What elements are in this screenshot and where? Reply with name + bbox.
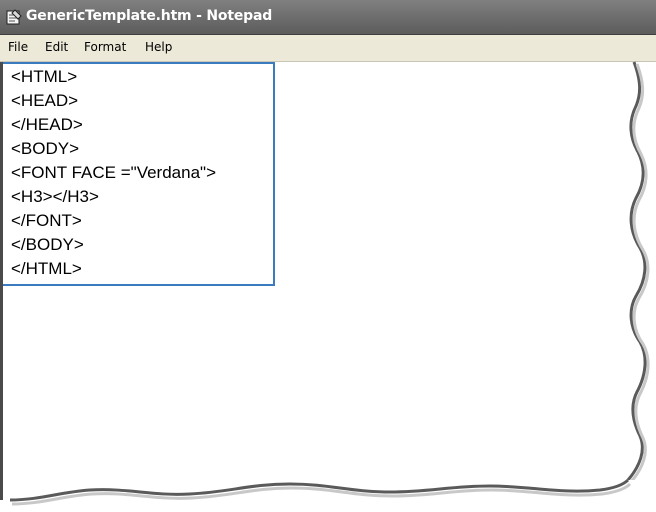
title-bar[interactable]: GenericTemplate.htm - Notepad bbox=[0, 0, 656, 35]
code-line[interactable]: <HEAD> bbox=[11, 91, 78, 111]
window-title: GenericTemplate.htm - Notepad bbox=[26, 8, 273, 24]
code-line[interactable]: <HTML> bbox=[11, 67, 77, 87]
menu-format[interactable]: Format bbox=[84, 40, 126, 54]
menu-file[interactable]: File bbox=[8, 40, 28, 54]
menu-bar: File Edit Format Help bbox=[0, 35, 656, 62]
code-line[interactable]: </BODY> bbox=[11, 235, 84, 255]
notepad-window: GenericTemplate.htm - Notepad File Edit … bbox=[0, 0, 656, 512]
code-line[interactable]: <BODY> bbox=[11, 139, 79, 159]
menu-edit[interactable]: Edit bbox=[45, 40, 68, 54]
code-line[interactable]: </FONT> bbox=[11, 211, 82, 231]
notepad-icon[interactable] bbox=[5, 9, 23, 25]
code-line[interactable]: <FONT FACE ="Verdana"> bbox=[11, 163, 216, 183]
code-line[interactable]: </HTML> bbox=[11, 259, 82, 279]
code-line[interactable]: </HEAD> bbox=[11, 115, 83, 135]
menu-help[interactable]: Help bbox=[145, 40, 172, 54]
code-line[interactable]: <H3></H3> bbox=[11, 187, 99, 207]
